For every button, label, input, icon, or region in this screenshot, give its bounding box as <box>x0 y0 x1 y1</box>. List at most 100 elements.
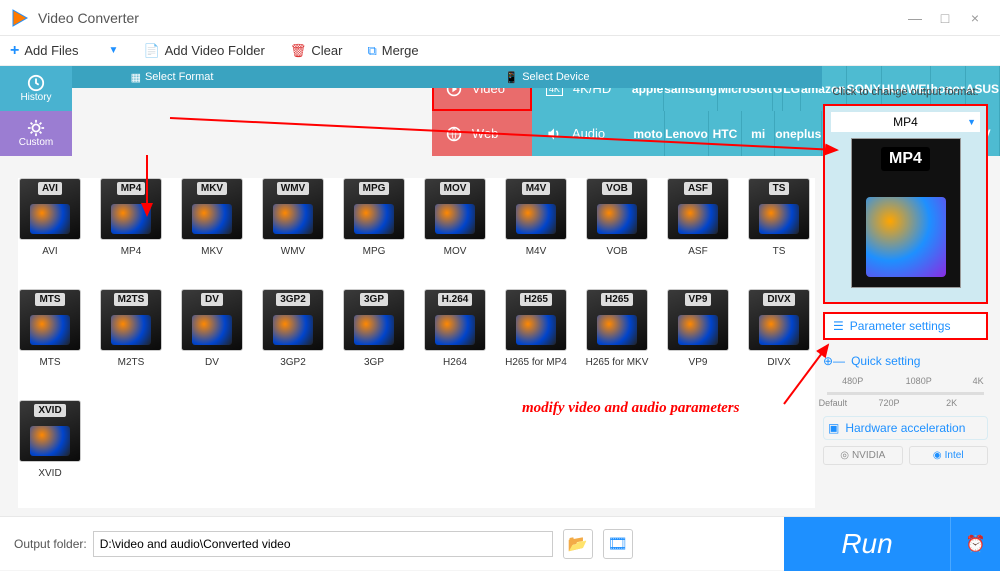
output-format-select[interactable]: MP4 <box>831 112 980 132</box>
format-art-icon <box>354 315 394 345</box>
open-output-button[interactable]: 🎞 <box>603 529 633 559</box>
format-badge: VOB <box>602 182 632 195</box>
format-label: MP4 <box>121 246 142 257</box>
format-h265-for-mkv[interactable]: H265H265 for MKV <box>585 289 649 383</box>
format-icon: MKV <box>181 178 243 240</box>
custom-button[interactable]: Custom <box>0 111 72 156</box>
brand-oneplus[interactable]: oneplus <box>775 111 822 156</box>
format-label: H264 <box>443 357 467 368</box>
format-art-icon <box>759 315 799 345</box>
app-logo-icon <box>10 8 30 28</box>
tab-select-device[interactable]: 📱 Select Device <box>272 66 822 88</box>
format-art-icon <box>30 204 70 234</box>
format-art-icon <box>597 204 637 234</box>
format-vp9[interactable]: VP9VP9 <box>666 289 730 383</box>
format-mts[interactable]: MTS MTS <box>18 289 82 383</box>
format-art-icon <box>354 204 394 234</box>
format-art-icon <box>516 204 556 234</box>
category-audio[interactable]: Audio <box>532 111 632 156</box>
history-button[interactable]: History <box>0 66 72 111</box>
quality-slider[interactable]: 480P 1080P 4K Default 720P 2K <box>823 376 988 410</box>
history-icon <box>27 74 45 92</box>
format-label: MTS <box>39 357 60 368</box>
format-label: DV <box>205 357 219 368</box>
film-icon: 🎞 <box>608 534 628 554</box>
format-wmv[interactable]: WMV WMV <box>261 178 325 272</box>
schedule-button[interactable]: ⏰ <box>950 517 1000 571</box>
format-m4v[interactable]: M4VM4V <box>504 178 568 272</box>
format-badge: MTS <box>35 293 64 306</box>
toggle-on-icon: ⊕— <box>823 354 845 368</box>
format-art-icon <box>30 426 70 456</box>
brand-mi[interactable]: mi <box>742 111 775 156</box>
tab-select-format[interactable]: ▦ Select Format <box>72 66 272 88</box>
output-folder-label: Output folder: <box>14 537 87 551</box>
format-h265-for-mp4[interactable]: H265H265 for MP4 <box>504 289 568 383</box>
parameter-settings-label: Parameter settings <box>850 319 951 333</box>
output-preview: MP4 <box>851 138 961 288</box>
format-badge: H.264 <box>438 293 473 306</box>
format-badge: M4V <box>522 182 551 195</box>
window-title: Video Converter <box>38 10 900 26</box>
format-icon: M2TS <box>100 289 162 351</box>
format-icon: WMV <box>262 178 324 240</box>
quick-setting-toggle[interactable]: ⊕— Quick setting <box>823 354 988 368</box>
output-folder-input[interactable] <box>93 531 553 557</box>
format-xvid[interactable]: XVID XVID <box>18 400 82 494</box>
format-label: M2TS <box>118 357 145 368</box>
minimize-button[interactable]: — <box>900 10 930 26</box>
category-web[interactable]: Web <box>432 111 532 156</box>
format-art-icon <box>597 315 637 345</box>
format-label: MKV <box>201 246 223 257</box>
brand-htc[interactable]: HTC <box>709 111 742 156</box>
format-icon: XVID <box>19 400 81 462</box>
globe-icon <box>446 126 462 142</box>
tab-format-label: Select Format <box>145 71 213 83</box>
format-label: 3GP2 <box>280 357 306 368</box>
format-divx[interactable]: DIVXDIVX <box>747 289 811 383</box>
format-icon: DIVX <box>748 289 810 351</box>
format-badge: MPG <box>359 182 390 195</box>
brand-lenovo[interactable]: Lenovo <box>665 111 709 156</box>
format-m2ts[interactable]: M2TS M2TS <box>99 289 163 383</box>
nvidia-chip[interactable]: ◎ NVIDIA <box>823 446 903 465</box>
close-button[interactable]: × <box>960 10 990 26</box>
intel-chip[interactable]: ◉ Intel <box>909 446 989 465</box>
format-art-icon <box>435 204 475 234</box>
folder-open-icon: 📂 <box>568 534 588 554</box>
format-dv[interactable]: DVDV <box>180 289 244 383</box>
output-format-box[interactable]: MP4 MP4 <box>823 104 988 304</box>
format-3gp[interactable]: 3GP3GP <box>342 289 406 383</box>
format-ts[interactable]: TSTS <box>747 178 811 272</box>
format-asf[interactable]: ASFASF <box>666 178 730 272</box>
format-art-icon <box>678 204 718 234</box>
maximize-button[interactable]: □ <box>930 10 960 26</box>
format-mp4[interactable]: MP4MP4 <box>99 178 163 272</box>
format-icon: H265 <box>586 289 648 351</box>
brand-moto[interactable]: moto <box>632 111 665 156</box>
format-avi[interactable]: AVIAVI <box>18 178 82 272</box>
format-badge: 3GP2 <box>276 293 310 306</box>
format-mpg[interactable]: MPGMPG <box>342 178 406 272</box>
run-button[interactable]: Run <box>784 517 950 571</box>
browse-folder-button[interactable]: 📂 <box>563 529 593 559</box>
format-label: 3GP <box>364 357 384 368</box>
hardware-accel-toggle[interactable]: ▣ Hardware acceleration <box>823 416 988 440</box>
format-label: MOV <box>444 246 467 257</box>
format-h264[interactable]: H.264 H264 <box>423 289 487 383</box>
alarm-icon: ⏰ <box>966 534 986 554</box>
history-label: History <box>20 92 51 103</box>
format-mov[interactable]: MOVMOV <box>423 178 487 272</box>
chip-icon: ▣ <box>828 421 839 435</box>
format-icon: AVI <box>19 178 81 240</box>
format-label: WMV <box>281 246 305 257</box>
format-icon: ASF <box>667 178 729 240</box>
format-vob[interactable]: VOBVOB <box>585 178 649 272</box>
parameter-settings-button[interactable]: ☰ Parameter settings <box>823 312 988 340</box>
add-files-label: Add Files <box>24 43 78 58</box>
format-mkv[interactable]: MKV MKV <box>180 178 244 272</box>
format-icon: VOB <box>586 178 648 240</box>
format-3gp2[interactable]: 3GP2 3GP2 <box>261 289 325 383</box>
format-label: XVID <box>38 468 61 479</box>
speaker-icon <box>546 126 562 142</box>
